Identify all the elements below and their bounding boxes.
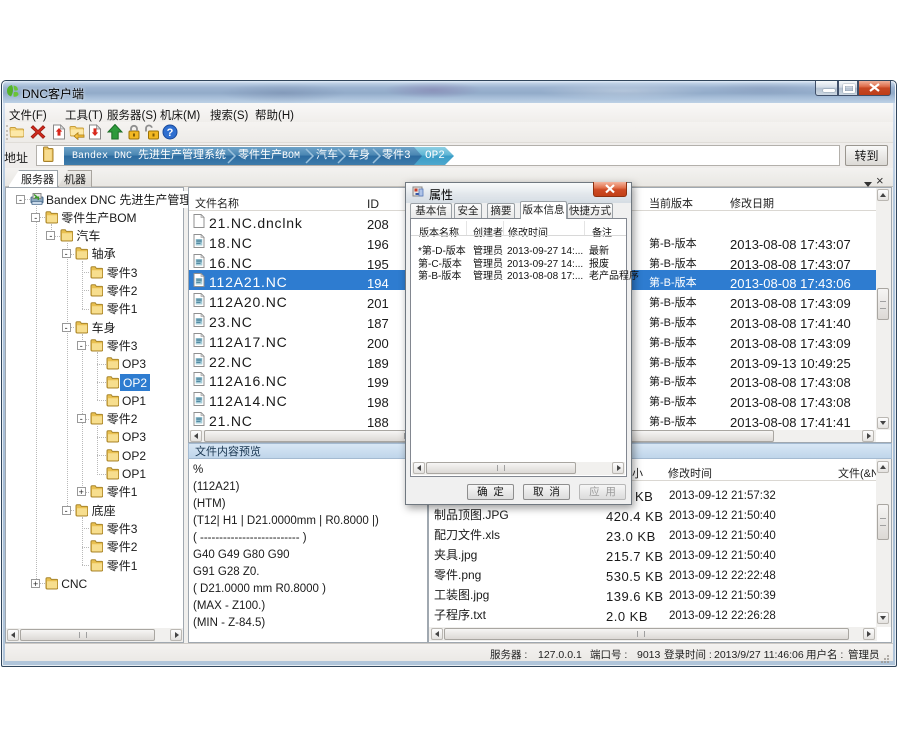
svg-text:?: ? (167, 127, 174, 139)
